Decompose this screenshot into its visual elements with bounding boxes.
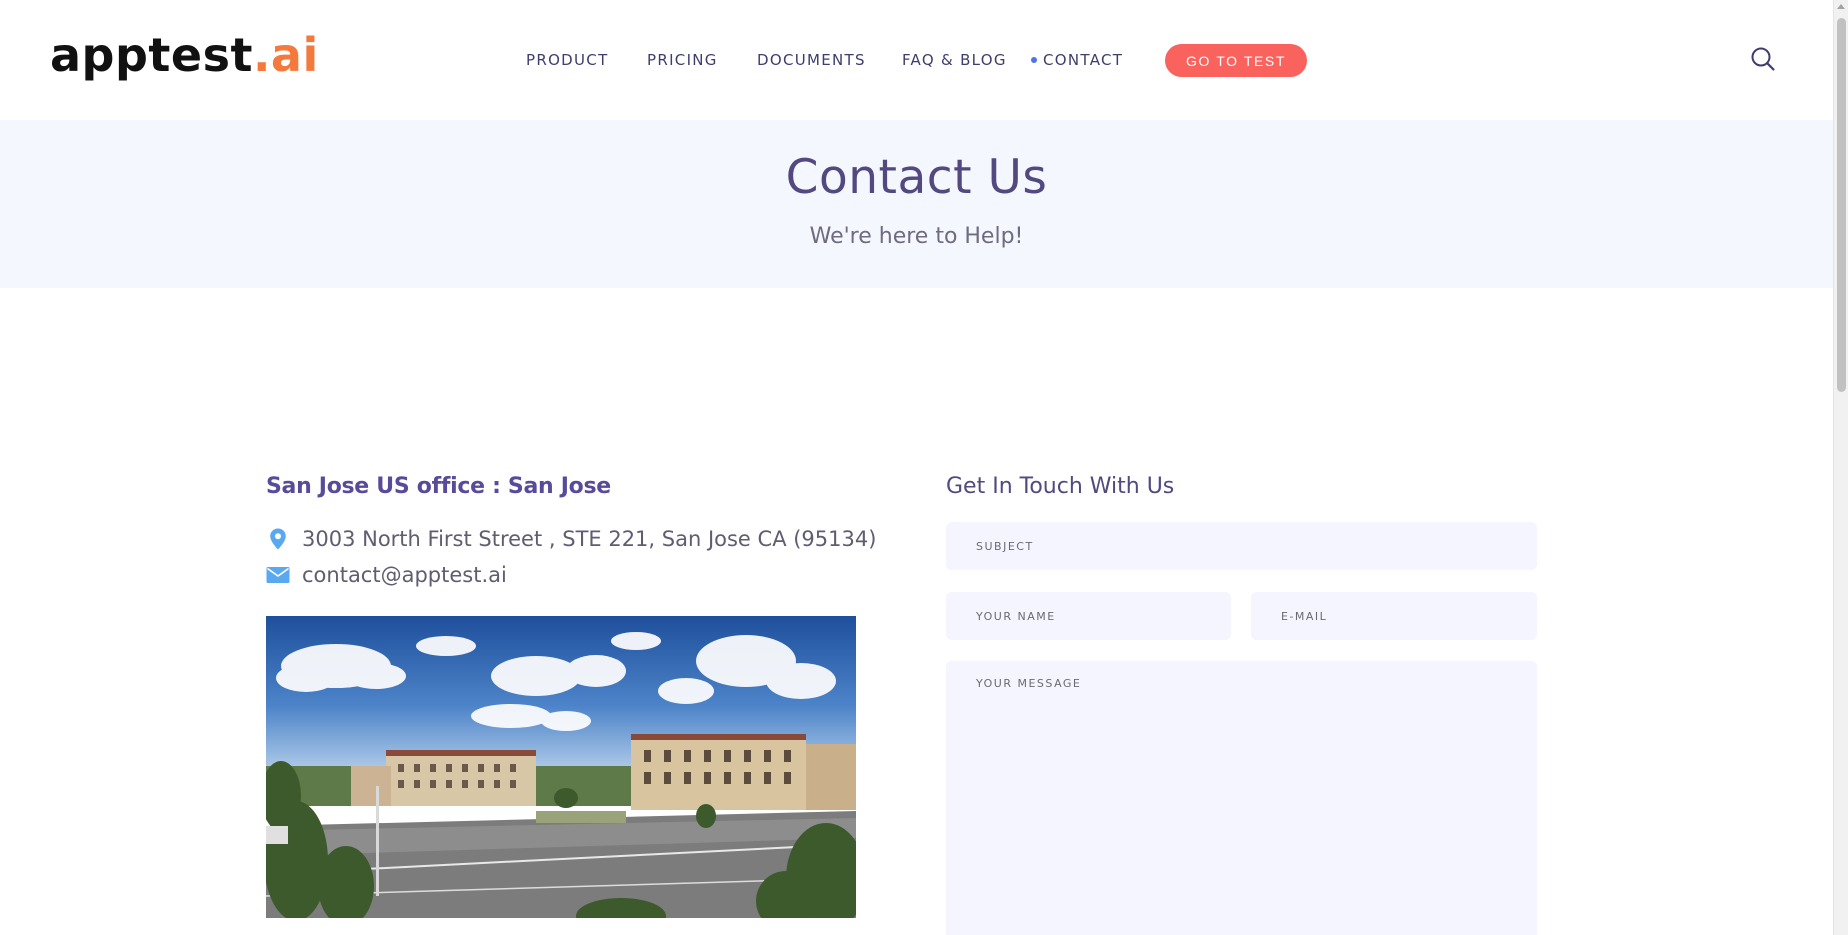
- nav-item-documents[interactable]: DOCUMENTS: [757, 49, 866, 71]
- go-to-test-button[interactable]: GO TO TEST: [1165, 44, 1307, 77]
- search-icon[interactable]: [1750, 46, 1776, 72]
- map-pin-icon: [266, 527, 290, 551]
- page-title: Contact Us: [785, 150, 1048, 205]
- contact-form-title: Get In Touch With Us: [946, 474, 1175, 499]
- nav-item-product[interactable]: PRODUCT: [526, 49, 609, 71]
- scroll-up-arrow-icon[interactable]: [1837, 4, 1845, 9]
- page-subtitle: We're here to Help!: [809, 224, 1024, 249]
- nav-item-pricing[interactable]: PRICING: [647, 49, 718, 71]
- envelope-icon: [266, 563, 290, 587]
- active-nav-indicator: [1031, 57, 1037, 63]
- office-address: 3003 North First Street , STE 221, San J…: [302, 527, 877, 551]
- your-name-input[interactable]: [946, 592, 1231, 640]
- nav-item-faq-blog[interactable]: FAQ & BLOG: [902, 49, 1007, 71]
- office-title: San Jose US office : San Jose: [266, 474, 611, 499]
- office-photo: [266, 616, 856, 918]
- page-scrollbar[interactable]: [1833, 0, 1848, 935]
- nav-item-contact[interactable]: CONTACT: [1043, 49, 1123, 71]
- page: apptest.ai PRODUCT PRICING DOCUMENTS FAQ…: [0, 0, 1833, 935]
- site-header: apptest.ai PRODUCT PRICING DOCUMENTS FAQ…: [0, 0, 1833, 120]
- page-hero: Contact Us We're here to Help!: [0, 120, 1833, 288]
- site-logo[interactable]: apptest.ai: [50, 24, 319, 86]
- email-input[interactable]: [1251, 592, 1537, 640]
- subject-input[interactable]: [946, 522, 1537, 570]
- logo-main: apptest: [50, 28, 253, 82]
- scrollbar-thumb[interactable]: [1837, 18, 1846, 392]
- office-email-link[interactable]: contact@apptest.ai: [302, 560, 507, 590]
- logo-accent: .ai: [252, 28, 319, 82]
- message-textarea[interactable]: [946, 661, 1537, 935]
